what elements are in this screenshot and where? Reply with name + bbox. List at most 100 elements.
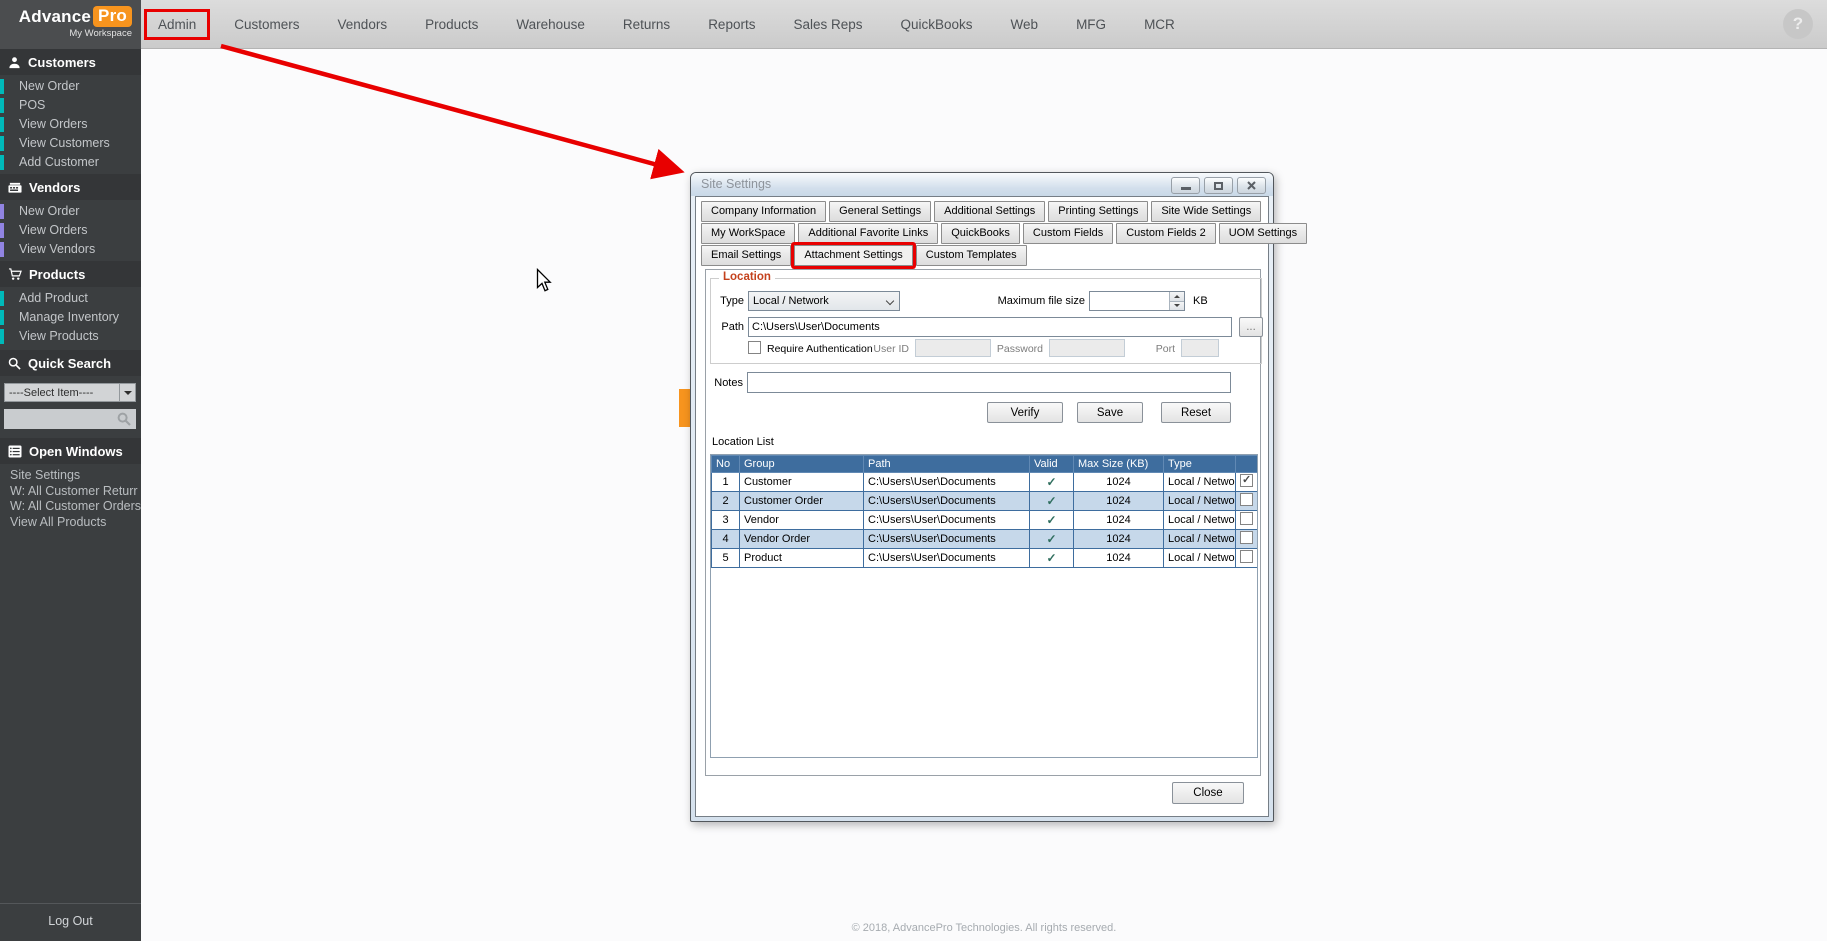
- user-id-input: [915, 339, 991, 357]
- nav-item-vendors[interactable]: Vendors: [338, 17, 388, 32]
- sidebar-item-vendors-view-orders[interactable]: View Orders: [0, 223, 141, 238]
- quick-search-input[interactable]: [4, 409, 136, 429]
- tab-attachment-settings[interactable]: Attachment Settings: [794, 245, 912, 266]
- column-header-no[interactable]: No: [712, 456, 740, 473]
- tab-custom-fields-2[interactable]: Custom Fields 2: [1116, 223, 1215, 244]
- tab-email-settings[interactable]: Email Settings: [701, 245, 791, 266]
- sidebar-item-customers-new-order[interactable]: New Order: [0, 79, 141, 94]
- sidebar-item-view-vendors[interactable]: View Vendors: [0, 242, 141, 257]
- logo: Advance Pro My Workspace: [0, 0, 141, 49]
- save-button[interactable]: Save: [1077, 402, 1143, 423]
- port-input: [1181, 339, 1219, 357]
- attachment-settings-panel: Location Type Local / Network Maximum fi…: [705, 269, 1261, 776]
- spin-up-icon[interactable]: [1170, 292, 1184, 302]
- valid-check-icon: ✓: [1030, 511, 1074, 530]
- table-row[interactable]: 4 Vendor Order C:\Users\User\Documents ✓…: [712, 530, 1258, 549]
- open-window-customer-returns[interactable]: W: All Customer Returr: [0, 484, 141, 500]
- logo-text-pro: Pro: [93, 6, 132, 27]
- nav-item-web[interactable]: Web: [1011, 17, 1039, 32]
- sidebar-item-vendors-new-order[interactable]: New Order: [0, 204, 141, 219]
- dialog-title: Site Settings: [701, 177, 771, 191]
- path-input[interactable]: [748, 317, 1232, 337]
- help-icon[interactable]: ?: [1783, 9, 1813, 39]
- spin-down-icon[interactable]: [1170, 302, 1184, 311]
- sidebar-item-add-customer[interactable]: Add Customer: [0, 155, 141, 170]
- row-select-checkbox[interactable]: [1240, 493, 1253, 506]
- open-window-view-all-products[interactable]: View All Products: [0, 515, 141, 531]
- column-header-path[interactable]: Path: [864, 456, 1030, 473]
- sidebar-section-open-windows: Open Windows: [0, 438, 141, 464]
- open-window-customer-orders[interactable]: W: All Customer Orders: [0, 499, 141, 515]
- table-row[interactable]: 3 Vendor C:\Users\User\Documents ✓ 1024 …: [712, 511, 1258, 530]
- tab-uom-settings[interactable]: UOM Settings: [1219, 223, 1307, 244]
- close-icon: [1247, 181, 1256, 190]
- open-windows-icon: [8, 445, 22, 458]
- row-select-checkbox[interactable]: [1240, 550, 1253, 563]
- sidebar-item-view-products[interactable]: View Products: [0, 329, 141, 344]
- sidebar-item-manage-inventory[interactable]: Manage Inventory: [0, 310, 141, 325]
- tab-company-information[interactable]: Company Information: [701, 201, 826, 222]
- nav-item-sales-reps[interactable]: Sales Reps: [793, 17, 862, 32]
- close-window-button[interactable]: [1237, 177, 1266, 194]
- logo-tagline: My Workspace: [10, 28, 132, 39]
- tab-additional-settings[interactable]: Additional Settings: [934, 201, 1045, 222]
- max-file-size-stepper[interactable]: [1089, 291, 1185, 311]
- browse-button[interactable]: ...: [1239, 317, 1263, 337]
- tab-additional-favorite-links[interactable]: Additional Favorite Links: [798, 223, 938, 244]
- row-select-checkbox[interactable]: [1240, 474, 1253, 487]
- quick-search-select-value: ----Select Item----: [5, 384, 119, 401]
- reset-button[interactable]: Reset: [1161, 402, 1231, 423]
- quick-search-select[interactable]: ----Select Item----: [4, 383, 136, 402]
- notes-input[interactable]: [747, 372, 1231, 393]
- search-icon[interactable]: [117, 412, 131, 426]
- minimize-button[interactable]: [1171, 177, 1200, 194]
- table-row[interactable]: 1 Customer C:\Users\User\Documents ✓ 102…: [712, 473, 1258, 492]
- notes-label: Notes: [710, 377, 743, 389]
- max-file-size-label: Maximum file size: [911, 295, 1085, 307]
- column-header-group[interactable]: Group: [740, 456, 864, 473]
- nav-item-products[interactable]: Products: [425, 17, 478, 32]
- tab-quickbooks[interactable]: QuickBooks: [941, 223, 1020, 244]
- logout-button[interactable]: Log Out: [0, 903, 141, 941]
- dialog-titlebar[interactable]: Site Settings: [691, 173, 1273, 196]
- maximize-button[interactable]: [1204, 177, 1233, 194]
- valid-check-icon: ✓: [1030, 473, 1074, 492]
- nav-item-customers[interactable]: Customers: [234, 17, 299, 32]
- tab-printing-settings[interactable]: Printing Settings: [1048, 201, 1148, 222]
- require-authentication-checkbox[interactable]: [748, 341, 761, 354]
- user-id-label: User ID: [831, 343, 909, 355]
- close-button[interactable]: Close: [1172, 782, 1244, 804]
- tab-custom-templates[interactable]: Custom Templates: [916, 245, 1027, 266]
- nav-item-mcr[interactable]: MCR: [1144, 17, 1175, 32]
- nav-item-admin[interactable]: Admin: [147, 12, 207, 37]
- nav-item-warehouse[interactable]: Warehouse: [516, 17, 585, 32]
- open-window-site-settings[interactable]: Site Settings: [0, 468, 141, 484]
- table-row[interactable]: 5 Product C:\Users\User\Documents ✓ 1024…: [712, 549, 1258, 568]
- column-header-max-size[interactable]: Max Size (KB): [1074, 456, 1164, 473]
- nav-item-quickbooks[interactable]: QuickBooks: [901, 17, 973, 32]
- tab-general-settings[interactable]: General Settings: [829, 201, 931, 222]
- verify-button[interactable]: Verify: [987, 402, 1063, 423]
- tab-my-workspace[interactable]: My WorkSpace: [701, 223, 795, 244]
- nav-item-returns[interactable]: Returns: [623, 17, 670, 32]
- location-list-table: No Group Path Valid Max Size (KB) Type 1: [710, 454, 1258, 758]
- chevron-down-icon: [886, 297, 894, 305]
- search-icon: [8, 357, 21, 370]
- column-header-type[interactable]: Type: [1164, 456, 1236, 473]
- nav-item-mfg[interactable]: MFG: [1076, 17, 1106, 32]
- tab-site-wide-settings[interactable]: Site Wide Settings: [1151, 201, 1261, 222]
- sidebar-item-view-customers[interactable]: View Customers: [0, 136, 141, 151]
- dropdown-arrow-icon[interactable]: [119, 384, 135, 401]
- top-nav: Admin Customers Vendors Products Warehou…: [158, 0, 1175, 49]
- row-select-checkbox[interactable]: [1240, 512, 1253, 525]
- sidebar-item-customers-view-orders[interactable]: View Orders: [0, 117, 141, 132]
- sidebar-item-add-product[interactable]: Add Product: [0, 291, 141, 306]
- cart-icon: [8, 268, 22, 281]
- table-row[interactable]: 2 Customer Order C:\Users\User\Documents…: [712, 492, 1258, 511]
- column-header-valid[interactable]: Valid: [1030, 456, 1074, 473]
- row-select-checkbox[interactable]: [1240, 531, 1253, 544]
- nav-item-reports[interactable]: Reports: [708, 17, 755, 32]
- tab-custom-fields[interactable]: Custom Fields: [1023, 223, 1113, 244]
- sidebar-item-pos[interactable]: POS: [0, 98, 141, 113]
- type-select[interactable]: Local / Network: [748, 291, 900, 311]
